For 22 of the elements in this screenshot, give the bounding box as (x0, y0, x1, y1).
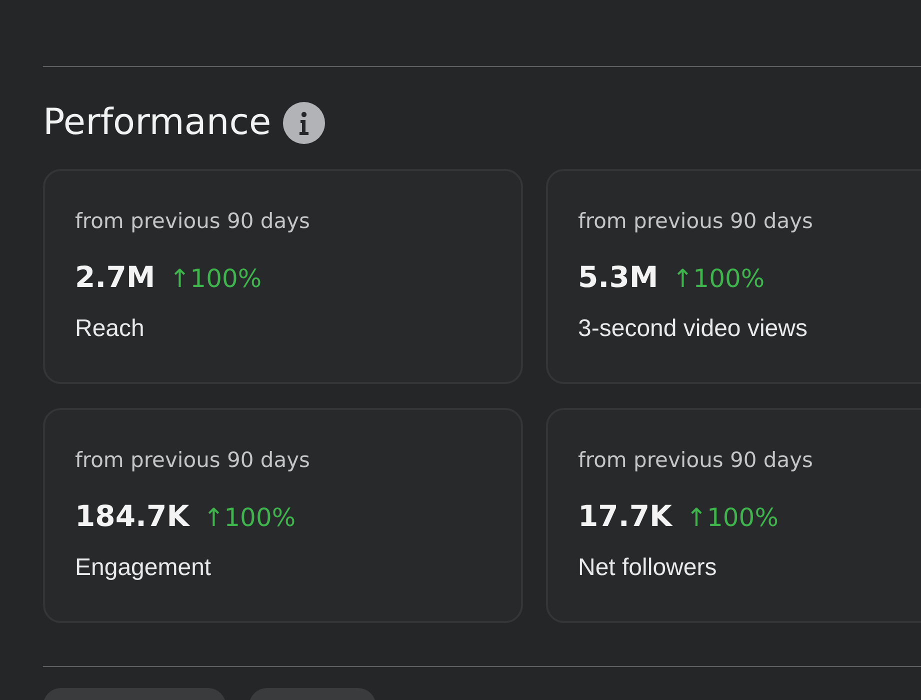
metric-card[interactable]: from previous 90 days 5.3M ↑100% 3-second video views (546, 169, 921, 384)
info-icon[interactable] (283, 102, 326, 144)
metric-card[interactable]: from previous 90 days 2.7M ↑100% Reach (43, 169, 523, 384)
change-percent: ↑100% (686, 502, 778, 534)
metric-label: Engagement (75, 553, 212, 583)
change-percent: ↑100% (169, 263, 262, 295)
period-text: from previous 90 days (75, 208, 311, 235)
metric-value: 184.7K (75, 498, 190, 534)
metric-label: Reach (75, 314, 146, 344)
period-text: from previous 90 days (578, 447, 814, 474)
metric-label: Net followers (578, 553, 718, 583)
metric-value: 2.7M (75, 259, 156, 295)
metric-value: 17.7K (578, 498, 672, 534)
change-percent: ↑100% (203, 502, 296, 534)
metric-label: 3-second video views (578, 314, 808, 344)
section-title: Performance (43, 101, 272, 145)
change-percent: ↑100% (672, 263, 765, 295)
metric-value: 5.3M (578, 259, 658, 295)
metric-card[interactable]: from previous 90 days 184.7K ↑100% Engagement (43, 408, 523, 623)
metric-card[interactable]: from previous 90 days 17.7K ↑100% Net followers (546, 408, 921, 623)
period-text: from previous 90 days (75, 447, 311, 474)
period-text: from previous 90 days (578, 208, 814, 235)
